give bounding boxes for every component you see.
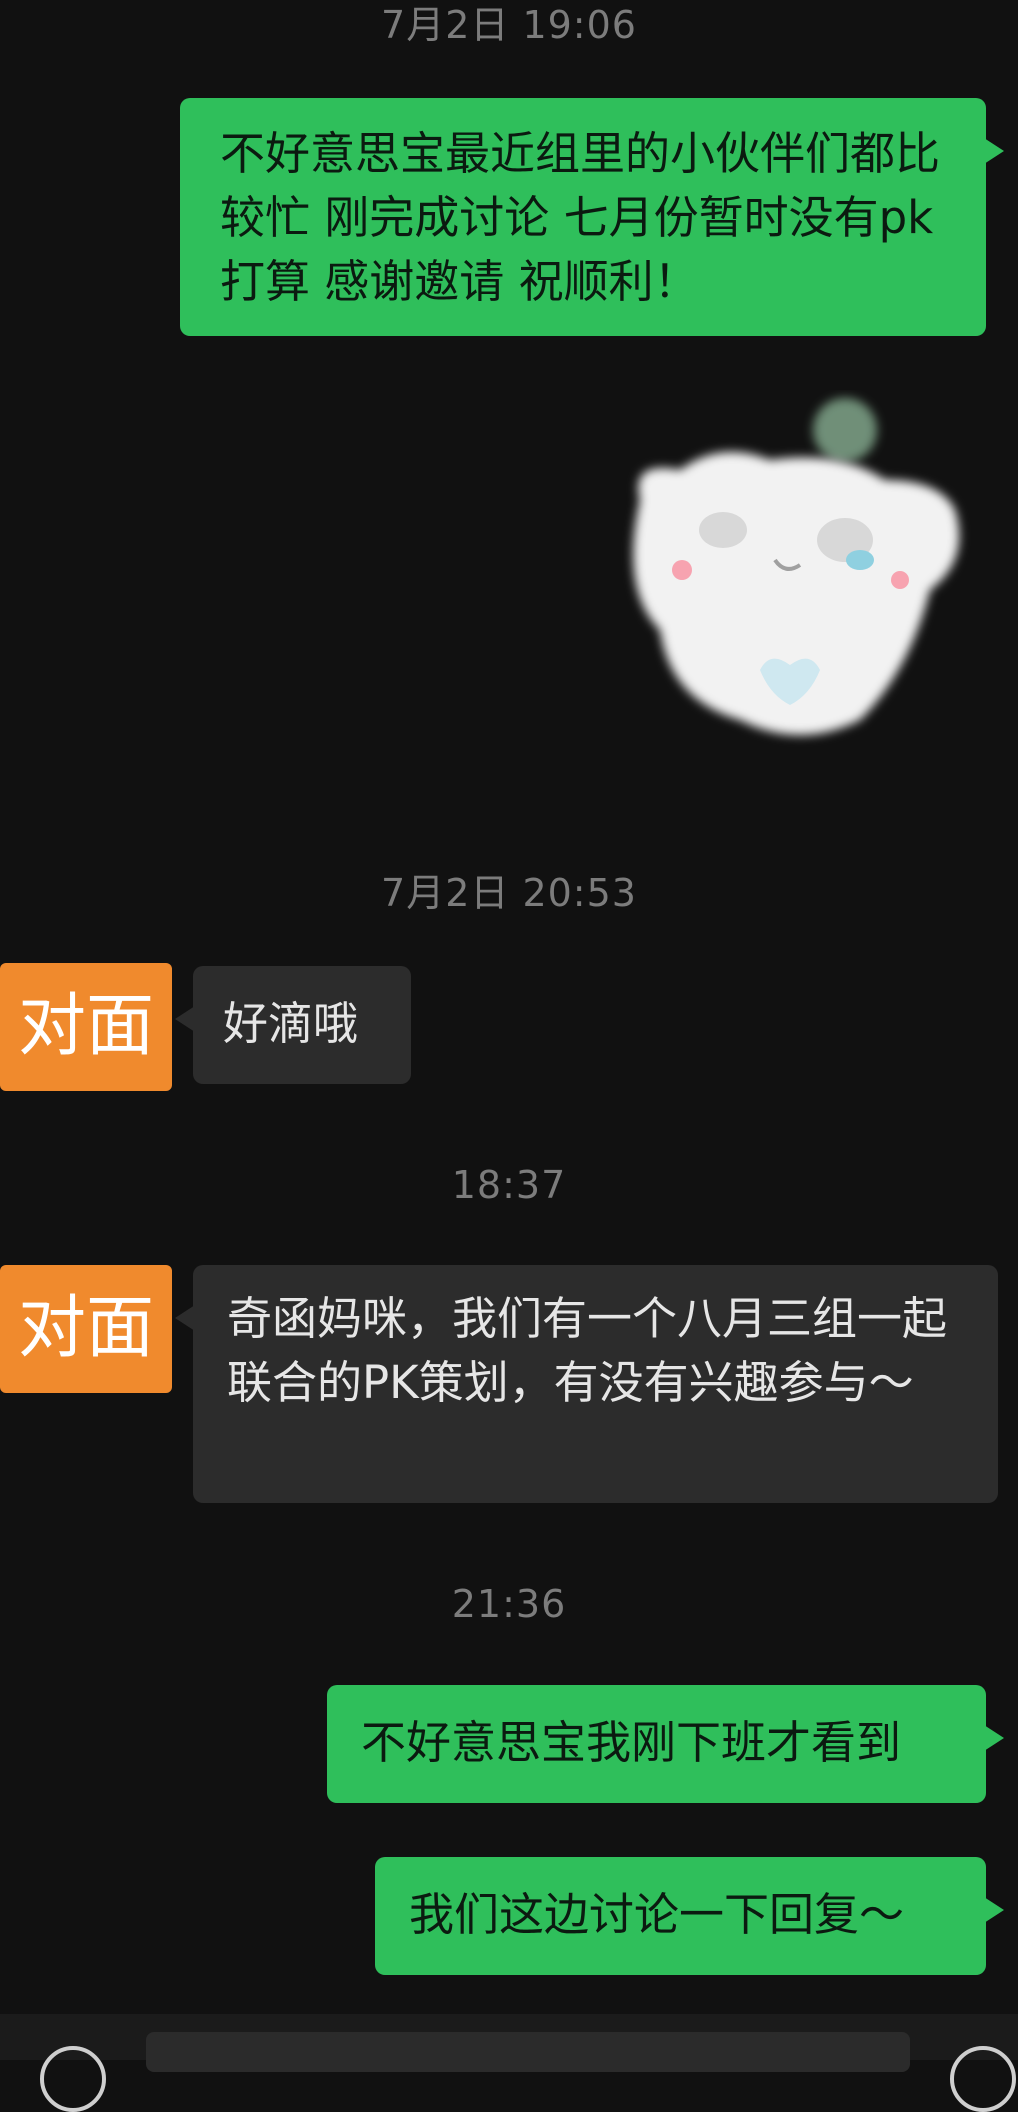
- timestamp: 7月2日 20:53: [381, 871, 637, 915]
- message-text: 我们这边讨论一下回复～: [409, 1888, 905, 1941]
- outgoing-message-bubble[interactable]: 不好意思宝最近组里的小伙伴们都比较忙 刚完成讨论 七月份暂时没有pk打算 感谢邀…: [180, 98, 1004, 336]
- voice-icon[interactable]: [40, 2046, 106, 2112]
- message-input[interactable]: [146, 2032, 910, 2072]
- message-text: 不好意思宝我刚下班才看到: [361, 1716, 902, 1769]
- timestamp: 7月2日 19:06: [381, 3, 637, 47]
- message-text: 奇函妈咪，我们有一个八月三组一起联合的PK策划，有没有兴趣参与～: [227, 1292, 948, 1409]
- emoji-icon[interactable]: [950, 2046, 1016, 2112]
- incoming-message-bubble[interactable]: 好滴哦: [175, 966, 411, 1084]
- incoming-message-bubble[interactable]: 奇函妈咪，我们有一个八月三组一起联合的PK策划，有没有兴趣参与～: [175, 1265, 998, 1503]
- timestamp: 21:36: [451, 1582, 567, 1626]
- avatar[interactable]: 对面: [0, 1265, 172, 1393]
- timestamp: 18:37: [451, 1163, 567, 1207]
- cat-sticker[interactable]: [610, 390, 980, 770]
- outgoing-message-bubble[interactable]: 不好意思宝我刚下班才看到: [327, 1685, 1004, 1803]
- message-text: 好滴哦: [223, 997, 359, 1050]
- avatar[interactable]: 对面: [0, 963, 172, 1091]
- outgoing-message-bubble[interactable]: 我们这边讨论一下回复～: [375, 1857, 1004, 1975]
- message-text: 不好意思宝最近组里的小伙伴们都比较忙 刚完成讨论 七月份暂时没有pk打算 感谢邀…: [220, 127, 941, 308]
